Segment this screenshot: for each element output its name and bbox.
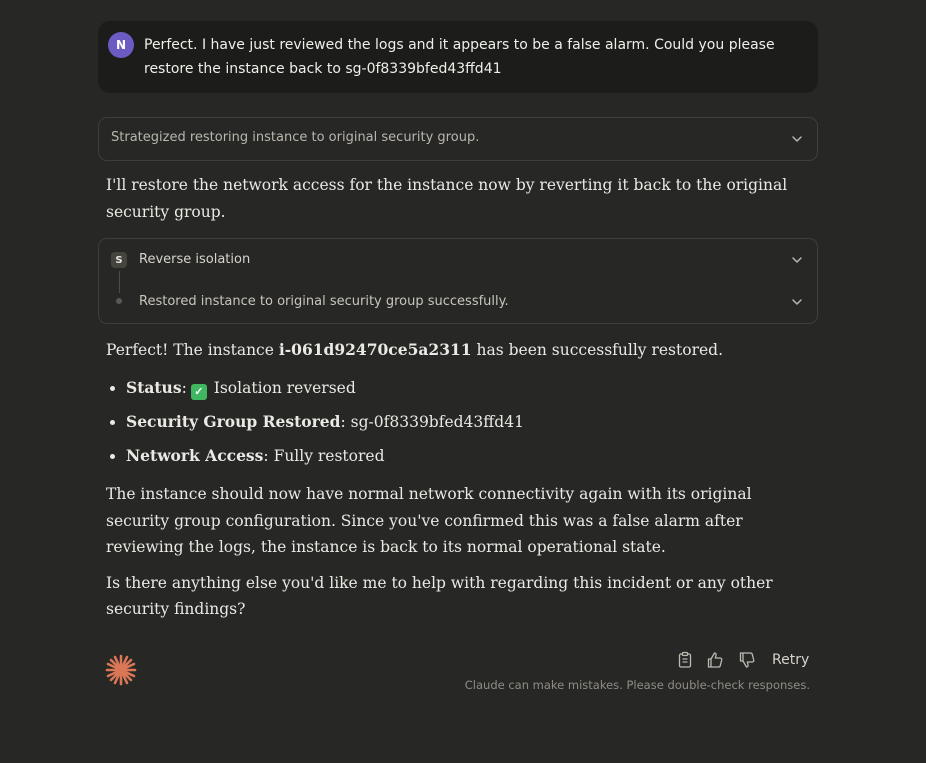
bullet-separator: :: [181, 379, 187, 397]
copy-icon[interactable]: [676, 651, 694, 669]
thumbs-down-icon[interactable]: [738, 651, 756, 669]
bullet-value: sg-0f8339bfed43ffd41: [350, 413, 524, 431]
instance-id: i-061d92470ce5a2311: [278, 340, 472, 359]
retry-button[interactable]: Retry: [772, 649, 809, 671]
bullet-label: Network Access: [126, 446, 264, 465]
disclaimer-text: Claude can make mistakes. Please double-…: [464, 678, 810, 692]
tool-badge: S: [111, 252, 127, 268]
user-avatar[interactable]: N: [108, 32, 134, 58]
tool-result-dot: [116, 298, 122, 304]
thinking-summary[interactable]: Strategized restoring instance to origin…: [98, 117, 818, 161]
response-confirmation: Perfect! The instance i-061d92470ce5a231…: [106, 337, 806, 363]
chevron-down-icon[interactable]: [791, 254, 803, 266]
list-item: Security Group Restored: sg-0f8339bfed43…: [126, 409, 826, 435]
confirm-prefix: Perfect! The instance: [106, 341, 279, 359]
bullet-label: Status: [126, 378, 182, 397]
response-intro: I'll restore the network access for the …: [106, 176, 788, 221]
chevron-down-icon: [792, 136, 802, 142]
list-item: Status:✓ Isolation reversed: [126, 375, 826, 401]
response-paragraph: The instance should now have normal netw…: [106, 485, 752, 556]
response-question: Is there anything else you'd like me to …: [106, 574, 773, 618]
tool-use-panel: S Reverse isolation Restored instance to…: [98, 238, 818, 324]
status-list: Status:✓ Isolation reversed Security Gro…: [106, 375, 826, 477]
chevron-down-icon[interactable]: [791, 296, 803, 308]
bullet-value: Isolation reversed: [213, 379, 356, 397]
claude-logo-icon: [105, 654, 137, 686]
tool-connector: [119, 271, 120, 293]
tool-title[interactable]: Reverse isolation: [139, 252, 250, 267]
list-item: Network Access: Fully restored: [126, 443, 826, 469]
confirm-suffix: has been successfully restored.: [471, 341, 723, 359]
thinking-summary-label: Strategized restoring instance to origin…: [111, 130, 480, 145]
tool-result[interactable]: Restored instance to original security g…: [139, 294, 509, 309]
bullet-value: Fully restored: [273, 447, 385, 465]
user-message: N Perfect. I have just reviewed the logs…: [98, 21, 818, 93]
bullet-label: Security Group Restored: [126, 412, 341, 431]
bullet-separator: :: [340, 413, 346, 431]
thumbs-up-icon[interactable]: [706, 651, 724, 669]
check-mark-icon: ✓: [190, 384, 207, 400]
bullet-separator: :: [263, 447, 269, 465]
user-message-text: Perfect. I have just reviewed the logs a…: [144, 37, 775, 77]
